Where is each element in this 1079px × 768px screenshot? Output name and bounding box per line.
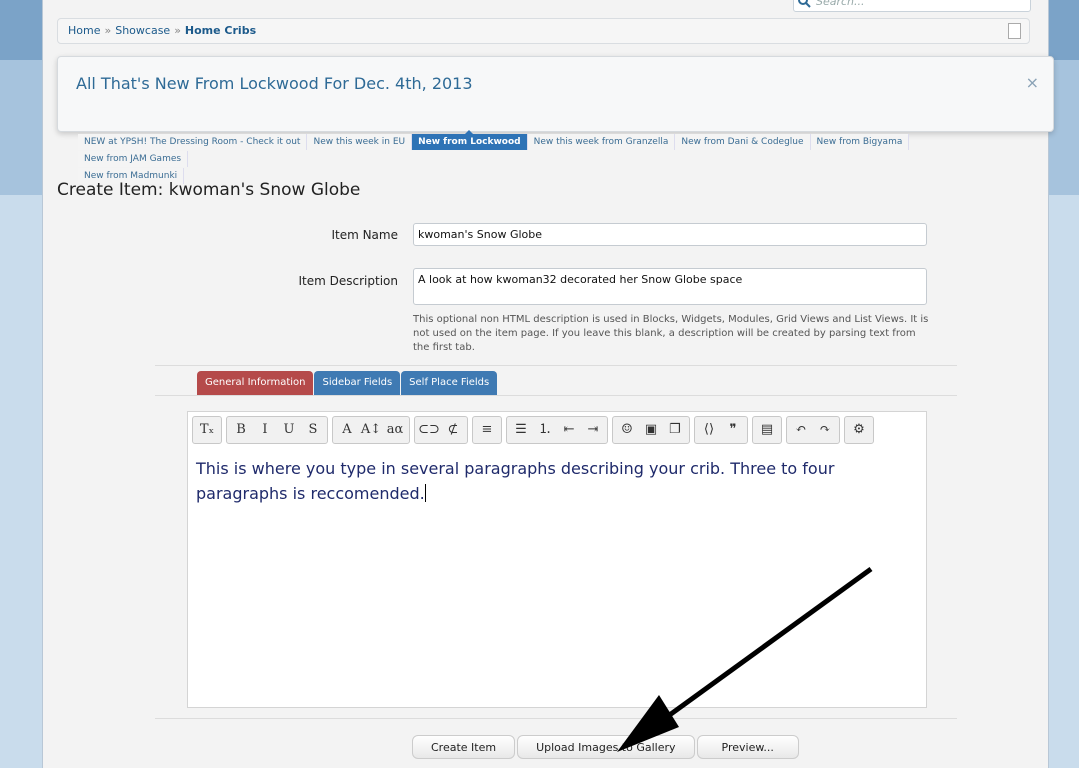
toolbar-group: ≡ — [472, 416, 502, 444]
notice-tab-active[interactable]: New from Lockwood — [412, 130, 528, 150]
item-name-label: Item Name — [331, 228, 398, 242]
notice-tabs: NEW at YPSH! The Dressing Room - Check i… — [78, 130, 978, 185]
close-icon[interactable]: × — [1026, 73, 1039, 92]
divider — [155, 718, 957, 719]
upload-images-button[interactable]: Upload Images to Gallery — [517, 735, 695, 759]
breadcrumb-showcase[interactable]: Showcase — [115, 24, 170, 37]
redo-icon[interactable]: ↷ — [813, 417, 837, 443]
background-left — [0, 0, 42, 768]
bulleted-list-icon[interactable]: ☰ — [509, 417, 533, 443]
editor-tabs: General Information Sidebar Fields Self Pl… — [197, 371, 498, 395]
strikethrough-icon[interactable]: S — [301, 417, 325, 443]
tab-sidebar-fields[interactable]: Sidebar Fields — [314, 371, 401, 395]
toolbar-group: ▤ — [752, 416, 782, 444]
search-input[interactable]: Search... — [793, 0, 1031, 12]
toolbar-group: A A↕ aα — [332, 416, 410, 444]
page-title: Create Item: kwoman's Snow Globe — [57, 180, 361, 200]
smiley-icon[interactable]: ☺ — [615, 417, 639, 443]
bold-icon[interactable]: B — [229, 417, 253, 443]
notice-panel: All That's New From Lockwood For Dec. 4t… — [57, 56, 1054, 132]
editor-text: This is where you type in several paragr… — [196, 459, 835, 503]
font-size-icon[interactable]: A↕ — [359, 417, 383, 443]
toolbar-group: BIUS — [226, 416, 328, 444]
preview-button[interactable]: Preview... — [696, 735, 799, 759]
text-caret — [424, 484, 426, 502]
page-container: Search... Home» Showcase» Home Cribs All T… — [42, 0, 1054, 768]
toolbar-group: ☰ ⒈ ⇤ ⇥ — [506, 416, 608, 444]
toolbar-group: ⟨⟩ ❞ — [694, 416, 748, 444]
notice-tab[interactable]: NEW at YPSH! The Dressing Room - Check i… — [78, 134, 308, 150]
align-icon[interactable]: ≡ — [475, 417, 499, 443]
item-description-textarea[interactable]: A look at how kwoman32 decorated her Sno… — [413, 268, 927, 305]
indent-icon[interactable]: ⇥ — [581, 417, 605, 443]
toolbar-group: ↶ ↷ — [786, 416, 840, 444]
source-icon[interactable]: ⟨⟩ — [697, 417, 721, 443]
media-icon[interactable]: ❐ — [663, 417, 687, 443]
quote-icon[interactable]: ❞ — [721, 417, 745, 443]
notice-tab[interactable]: New from Dani & Codeglue — [675, 134, 811, 150]
item-name-input[interactable] — [413, 223, 927, 246]
undo-icon[interactable]: ↶ — [789, 417, 813, 443]
outdent-icon[interactable]: ⇤ — [557, 417, 581, 443]
breadcrumb-current[interactable]: Home Cribs — [185, 24, 256, 37]
divider — [155, 395, 957, 396]
italic-icon[interactable]: I — [253, 417, 277, 443]
tab-self-place-fields[interactable]: Self Place Fields — [401, 371, 498, 395]
notice-title: All That's New From Lockwood For Dec. 4t… — [76, 74, 473, 93]
remove-format-icon[interactable]: Tₓ — [195, 417, 219, 443]
font-family-icon[interactable]: aα — [383, 417, 407, 443]
toolbar-group: ⚙ — [844, 416, 874, 444]
create-item-button[interactable]: Create Item — [412, 735, 516, 759]
unlink-icon[interactable]: ⊄ — [441, 417, 465, 443]
search-icon — [798, 0, 811, 12]
image-icon[interactable]: ▣ — [639, 417, 663, 443]
link-icon[interactable]: ⊂⊃ — [417, 417, 441, 443]
search-placeholder: Search... — [816, 0, 865, 8]
breadcrumb-home[interactable]: Home — [68, 24, 100, 37]
description-help-text: This optional non HTML description is us… — [413, 314, 929, 353]
toolbar-group: ☺ ▣ ❐ — [612, 416, 690, 444]
item-description-label: Item Description — [298, 274, 398, 288]
breadcrumb: Home» Showcase» Home Cribs — [57, 18, 1030, 44]
notice-tab[interactable]: New this week in EU — [307, 134, 413, 150]
editor-toolbar: Tₓ B I U S A A↕ aα ⊂⊃ ⊄ ≡ ☰ ⒈ ⇤ ⇥ ☺ ▣ ❐ ⟨⟩ ❞ ▤ ↶ ↷ ⚙ — [192, 416, 878, 446]
numbered-list-icon[interactable]: ⒈ — [533, 417, 557, 443]
item-description-value: A look at how kwoman32 decorated her Sno… — [418, 273, 743, 286]
save-draft-icon[interactable]: ▤ — [755, 417, 779, 443]
notice-tab[interactable]: New from Bigyama — [810, 134, 910, 150]
toolbar-group: Tₓ — [192, 416, 222, 444]
toolbar-group: ⊂⊃ ⊄ — [414, 416, 468, 444]
document-icon[interactable] — [1008, 23, 1021, 39]
editor-content[interactable]: This is where you type in several paragr… — [196, 456, 896, 506]
text-color-icon[interactable]: A — [335, 417, 359, 443]
tab-general-information[interactable]: General Information — [197, 371, 314, 395]
divider — [155, 365, 957, 366]
rich-text-editor[interactable]: Tₓ B I U S A A↕ aα ⊂⊃ ⊄ ≡ ☰ ⒈ ⇤ ⇥ ☺ ▣ ❐ ⟨⟩ ❞ ▤ ↶ ↷ ⚙ This is wh… — [187, 411, 927, 708]
underline-icon[interactable]: U — [277, 417, 301, 443]
notice-tab[interactable]: New this week from Granzella — [527, 134, 676, 150]
notice-tab[interactable]: New from JAM Games — [78, 151, 189, 167]
form-buttons: Create Item Upload Images to Gallery Previ… — [412, 735, 801, 759]
toggle-bbcode-icon[interactable]: ⚙ — [847, 417, 871, 443]
